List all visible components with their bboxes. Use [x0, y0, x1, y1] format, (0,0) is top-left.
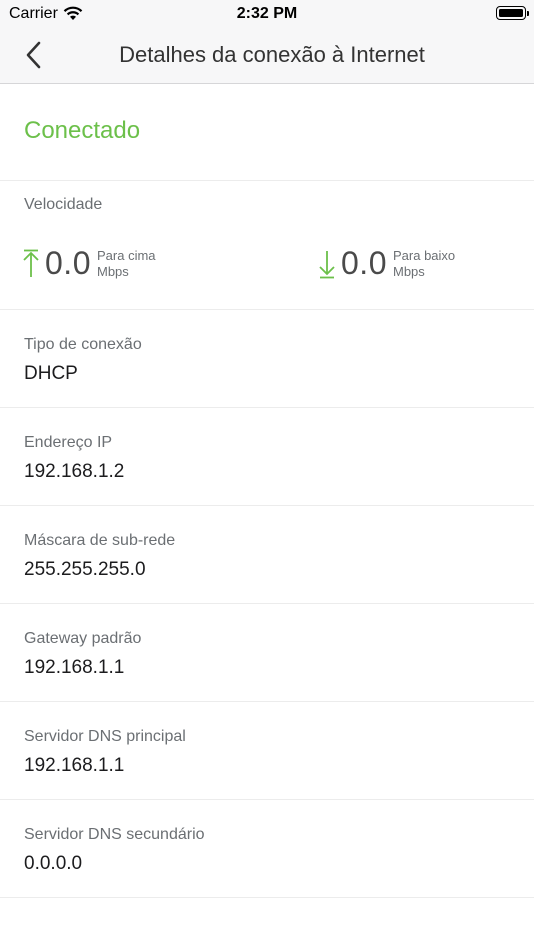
download-speed-value: 0.0: [341, 245, 387, 281]
secondary-dns-label: Servidor DNS secundário: [24, 826, 205, 843]
upload-direction-label: Para cima: [97, 248, 156, 263]
page-title: Detalhes da conexão à Internet: [119, 42, 425, 67]
primary-dns-row: Servidor DNS principal 192.168.1.1: [0, 702, 534, 800]
primary-dns-label: Servidor DNS principal: [24, 728, 186, 745]
clock: 2:32 PM: [236, 5, 298, 22]
connection-type-row: Tipo de conexão DHCP: [0, 310, 534, 408]
secondary-dns-row: Servidor DNS secundário 0.0.0.0: [0, 800, 534, 898]
arrow-down-icon: [319, 251, 335, 279]
download-unit-label: Mbps: [393, 264, 425, 279]
default-gateway-label: Gateway padrão: [24, 630, 142, 647]
upload-speed-value: 0.0: [45, 245, 91, 281]
subnet-mask-value: 255.255.255.0: [24, 559, 146, 580]
primary-dns-value: 192.168.1.1: [24, 755, 125, 776]
ip-address-row: Endereço IP 192.168.1.2: [0, 408, 534, 506]
connection-status-section: Conectado: [0, 84, 534, 181]
ip-address-value: 192.168.1.2: [24, 461, 125, 482]
connection-status: Conectado: [24, 117, 141, 144]
connection-type-value: DHCP: [24, 363, 78, 384]
download-direction-label: Para baixo: [393, 248, 456, 263]
subnet-mask-row: Máscara de sub-rede 255.255.255.0: [0, 506, 534, 604]
arrow-up-icon: [23, 249, 39, 277]
status-bar: Carrier 2:32 PM: [0, 0, 534, 28]
connection-type-label: Tipo de conexão: [24, 336, 142, 353]
navigation-bar: Detalhes da conexão à Internet: [0, 28, 534, 84]
battery-icon: [496, 6, 529, 20]
ip-address-label: Endereço IP: [24, 434, 113, 451]
secondary-dns-value: 0.0.0.0: [24, 853, 83, 874]
speed-section: Velocidade 0.0 Para cima Mbps 0.0 Para b…: [0, 181, 534, 310]
subnet-mask-label: Máscara de sub-rede: [24, 532, 176, 549]
speed-label: Velocidade: [24, 196, 103, 213]
default-gateway-row: Gateway padrão 192.168.1.1: [0, 604, 534, 702]
default-gateway-value: 192.168.1.1: [24, 657, 125, 678]
upload-unit-label: Mbps: [97, 264, 129, 279]
